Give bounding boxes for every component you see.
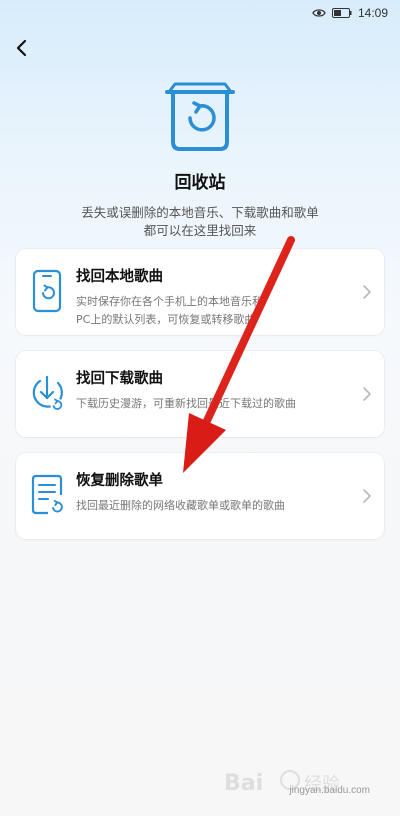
- battery-icon: [331, 8, 352, 18]
- back-button[interactable]: [10, 36, 34, 60]
- card-desc-line-2: PC上的默认列表，可恢复或转移歌曲: [76, 313, 256, 326]
- chevron-right-icon: [363, 387, 371, 401]
- watermark-text: jingyan.baidu.com: [289, 785, 370, 796]
- status-time: 14:09: [357, 6, 388, 20]
- baidu-watermark-logo: Bai 经验: [224, 770, 340, 796]
- playlist-restore-icon: [31, 474, 64, 515]
- card-desc-line-1: 找回最近删除的网络收藏歌单或歌单的歌曲: [76, 499, 285, 512]
- svg-text:Bai: Bai: [224, 771, 263, 796]
- phone-restore-icon: [32, 269, 62, 313]
- eye-icon: [312, 9, 326, 17]
- chevron-left-icon: [16, 39, 27, 57]
- card-title: 找回下载歌曲: [76, 371, 163, 387]
- card-title: 找回本地歌曲: [76, 269, 163, 285]
- card-restore-downloaded-songs[interactable]: 找回下载歌曲 下载历史漫游，可重新找回最近下载过的歌曲: [16, 351, 384, 437]
- card-restore-local-songs[interactable]: 找回本地歌曲 实时保存你在各个手机上的本地音乐和 PC上的默认列表，可恢复或转移…: [16, 249, 384, 335]
- download-restore-icon: [32, 375, 64, 412]
- chevron-right-icon: [363, 285, 371, 299]
- card-desc-line-1: 下载历史漫游，可重新找回最近下载过的歌曲: [76, 397, 296, 410]
- card-description: 下载历史漫游，可重新找回最近下载过的歌曲: [76, 395, 356, 413]
- card-description: 实时保存你在各个手机上的本地音乐和 PC上的默认列表，可恢复或转移歌曲: [76, 293, 356, 329]
- status-right: 14:09: [312, 4, 388, 22]
- card-restore-deleted-playlists[interactable]: 恢复删除歌单 找回最近删除的网络收藏歌单或歌单的歌曲: [16, 453, 384, 539]
- subtitle-line-2: 都可以在这里找回来: [143, 223, 257, 238]
- card-description: 找回最近删除的网络收藏歌单或歌单的歌曲: [76, 497, 356, 515]
- subtitle-line-1: 丢失或误删除的本地音乐、下载歌曲和歌单: [81, 205, 319, 220]
- page-subtitle: 丢失或误删除的本地音乐、下载歌曲和歌单 都可以在这里找回来: [40, 204, 360, 240]
- card-desc-line-1: 实时保存你在各个手机上的本地音乐和: [76, 295, 263, 308]
- status-bar: 14:09: [0, 0, 400, 26]
- card-title: 恢复删除歌单: [76, 473, 163, 489]
- chevron-right-icon: [363, 489, 371, 503]
- recycle-bin-icon: [165, 82, 235, 151]
- page-title: 回收站: [174, 173, 226, 193]
